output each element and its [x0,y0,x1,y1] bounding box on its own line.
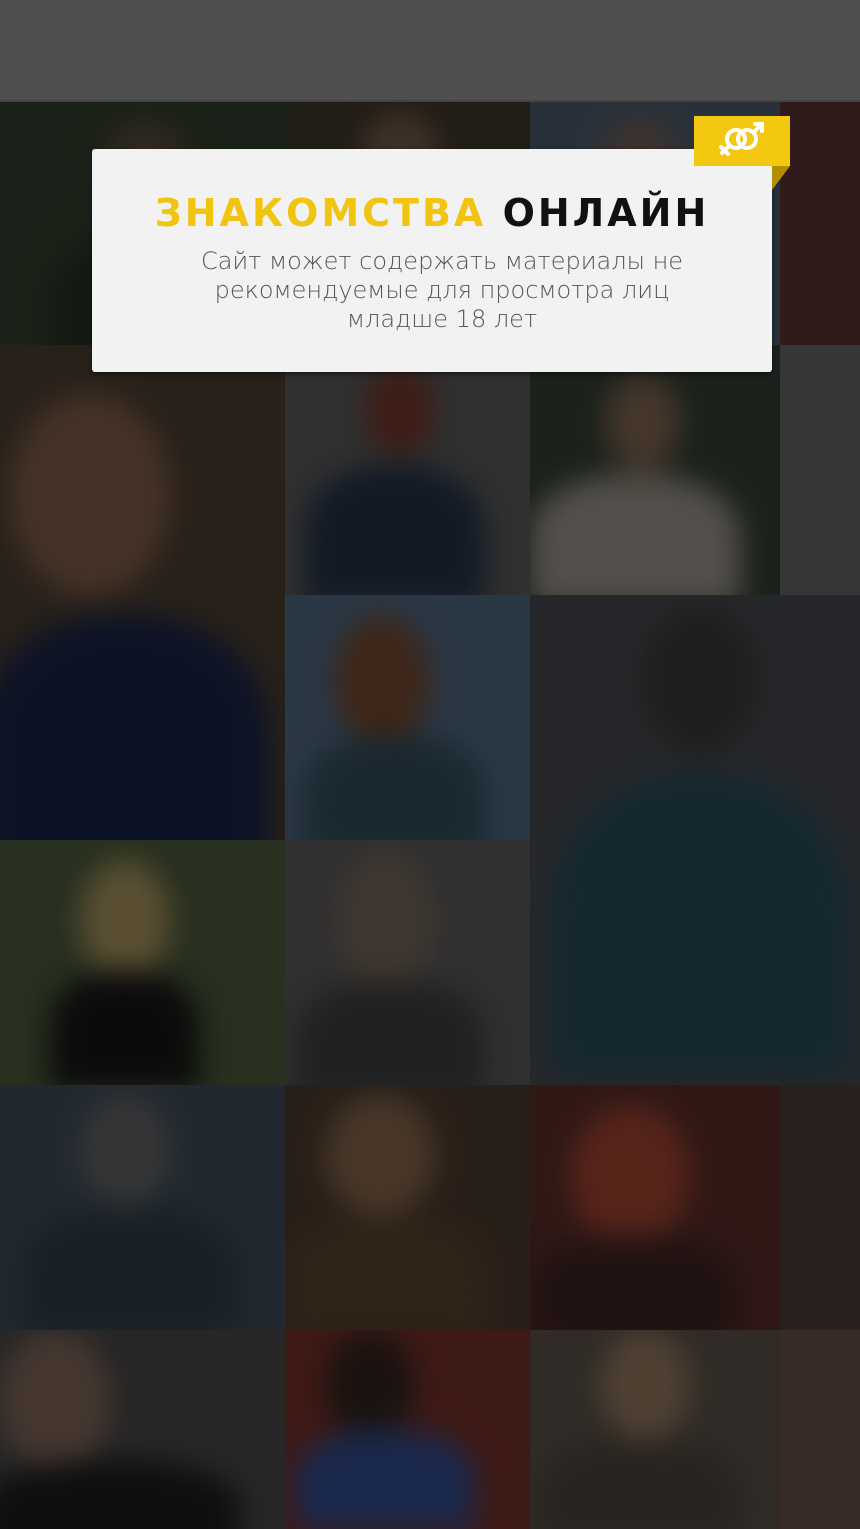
top-bar [0,0,860,102]
age-disclaimer-text: Сайт может содержать материалы не рекоме… [200,247,684,333]
gender-badge [694,116,790,166]
ribbon-fold [772,166,790,190]
age-warning-card: ЗНАКОМСТВА ОНЛАЙН Сайт может содержать м… [92,149,772,372]
page-title: ЗНАКОМСТВА ОНЛАЙН [92,191,772,235]
title-rest: ОНЛАЙН [502,191,710,235]
title-highlight: ЗНАКОМСТВА [154,191,487,235]
gender-symbols-icon [714,119,770,164]
